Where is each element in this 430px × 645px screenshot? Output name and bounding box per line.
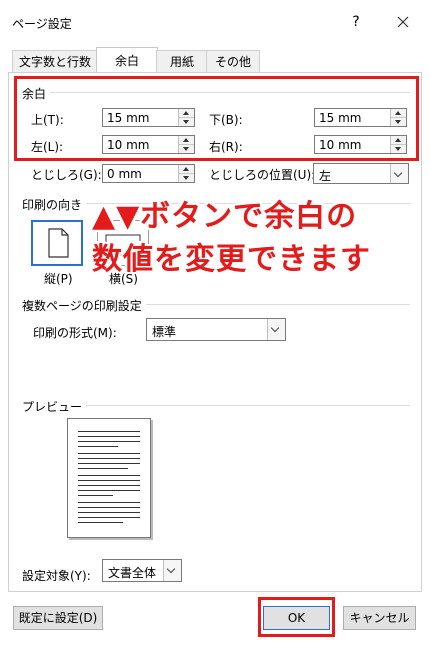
tab-characters-lines[interactable]: 文字数と行数 <box>12 50 98 73</box>
dialog-title: ページ設定 <box>12 17 72 31</box>
portrait-label: 縦(P) <box>44 272 73 286</box>
print-format-select[interactable]: 標準 <box>146 318 286 341</box>
help-button[interactable]: ? <box>344 10 368 34</box>
gutter-spinner[interactable]: 0 mm <box>102 164 195 183</box>
annotation-line-2: 数値を変更できます <box>92 242 371 277</box>
close-button[interactable] <box>391 10 415 34</box>
gutter-position-select[interactable]: 左 <box>313 163 409 184</box>
chevron-down-icon <box>163 560 181 581</box>
gutter-value: 0 mm <box>107 167 142 181</box>
gutter-position-value: 左 <box>319 169 332 183</box>
close-icon <box>397 16 409 28</box>
gutter-position-label: とじしろの位置(U): <box>209 168 316 182</box>
orientation-group-label: 印刷の向き <box>22 196 87 213</box>
set-default-button[interactable]: 既定に設定(D) <box>13 606 103 630</box>
tab-margins[interactable]: 余白 <box>96 47 158 74</box>
margins-highlight-box <box>14 76 419 161</box>
tab-other[interactable]: その他 <box>206 50 260 73</box>
portrait-option[interactable] <box>31 220 83 266</box>
tab-paper[interactable]: 用紙 <box>156 50 208 73</box>
preview-divider <box>70 405 410 406</box>
gutter-label: とじしろ(G): <box>31 168 102 182</box>
apply-to-select[interactable]: 文書全体 <box>102 559 182 582</box>
annotation-line-1: ▲▼ボタンで余白の <box>92 199 358 234</box>
apply-to-value: 文書全体 <box>108 566 157 580</box>
print-format-label: 印刷の形式(M): <box>33 326 117 340</box>
chevron-down-icon <box>267 319 285 340</box>
print-format-value: 標準 <box>152 325 177 339</box>
ok-highlight-box <box>258 597 335 637</box>
portrait-page-icon <box>48 228 69 258</box>
spin-up-icon[interactable] <box>179 165 194 174</box>
preview-page <box>67 418 151 538</box>
cancel-button[interactable]: キャンセル <box>343 606 416 630</box>
spin-down-icon[interactable] <box>179 174 194 182</box>
apply-to-label: 設定対象(Y): <box>22 569 91 583</box>
pages-divider <box>142 304 410 305</box>
pages-group-label: 複数ページの印刷設定 <box>22 297 146 314</box>
chevron-down-icon <box>390 164 408 183</box>
preview-group-label: プレビュー <box>22 398 87 415</box>
